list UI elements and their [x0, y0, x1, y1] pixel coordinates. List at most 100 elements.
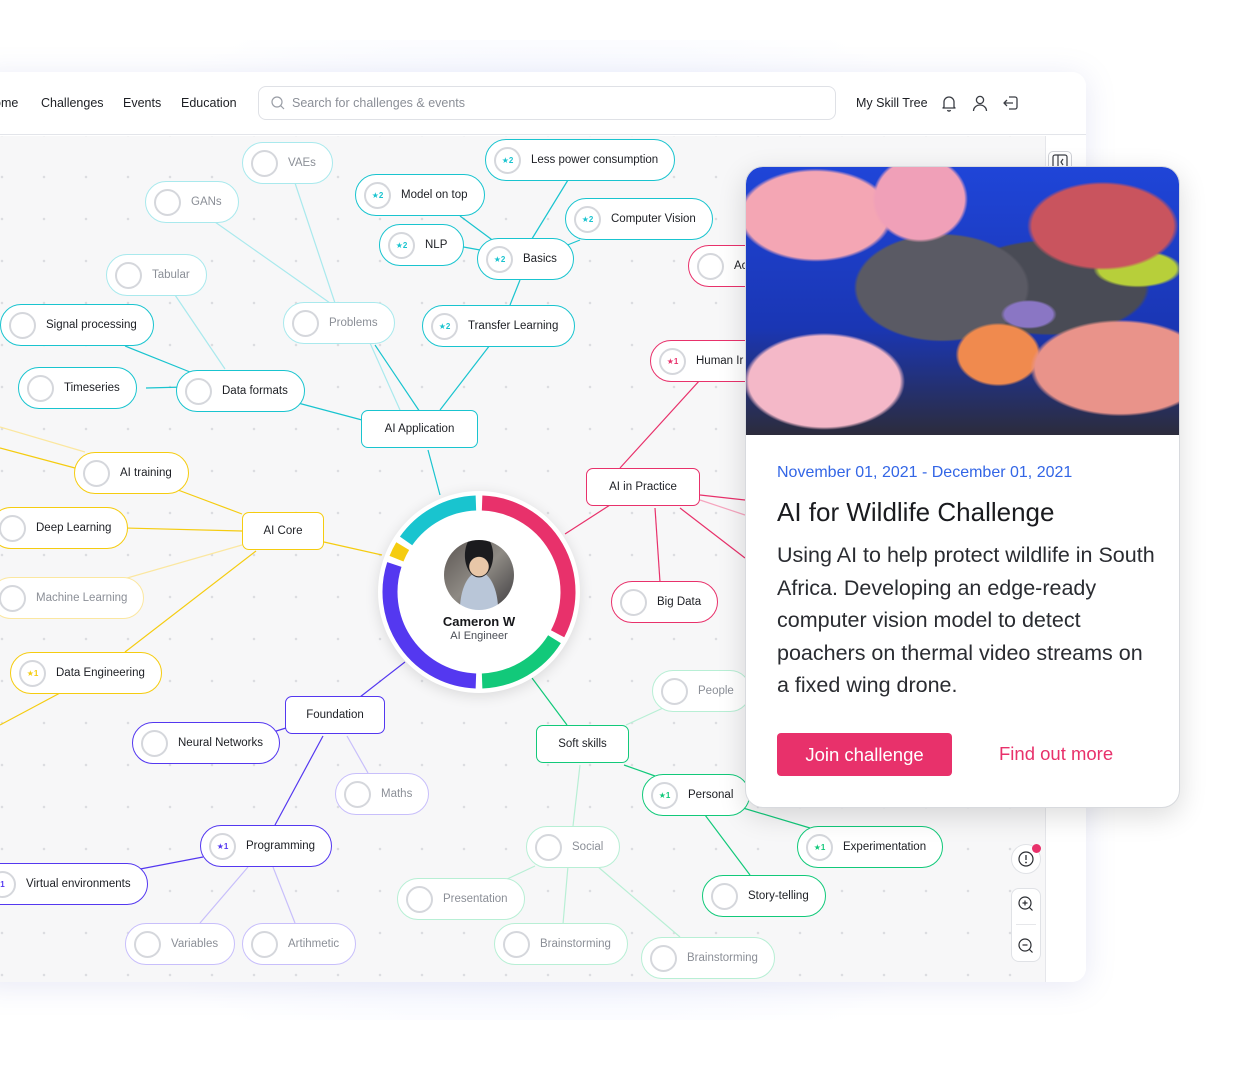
skill-node-big-data[interactable]: Big Data — [611, 581, 719, 623]
my-skill-tree-link[interactable]: My Skill Tree — [856, 96, 928, 110]
user-icon[interactable] — [970, 93, 990, 113]
skill-node-label: NLP — [425, 239, 448, 251]
category-foundation[interactable]: Foundation — [285, 696, 385, 734]
skill-level-badge: ★2 — [494, 146, 521, 174]
skill-node-label: Signal processing — [46, 319, 137, 331]
profile-role: AI Engineer — [450, 630, 508, 642]
skill-node-arithmetic[interactable]: Artihmetic — [242, 923, 357, 965]
skill-node-label: Personal — [688, 789, 734, 801]
skill-node-virtual-env[interactable]: 1 Virtual environments — [0, 863, 148, 905]
challenge-title: AI for Wildlife Challenge — [777, 497, 1055, 527]
skill-node-gans[interactable]: GANs — [145, 181, 239, 223]
skill-level-badge — [711, 882, 738, 910]
skill-node-tabular[interactable]: Tabular — [106, 254, 207, 296]
skill-node-programming[interactable]: ★1 Programming — [200, 825, 333, 867]
skill-node-label: VAEs — [288, 157, 316, 169]
nav-home[interactable]: ome — [0, 96, 18, 110]
skill-node-label: People — [698, 685, 734, 697]
zoom-in-icon[interactable] — [1017, 895, 1035, 913]
search-box[interactable] — [258, 86, 836, 120]
skill-node-brainstorming1[interactable]: Brainstorming — [494, 923, 628, 965]
skill-node-maths[interactable]: Maths — [335, 773, 430, 815]
skill-node-label: Model on top — [401, 189, 468, 201]
skill-level-badge: ★2 — [574, 205, 601, 233]
skill-level-badge — [0, 514, 26, 542]
skill-node-transfer-learning[interactable]: ★2 Transfer Learning — [422, 305, 576, 347]
find-out-more-link[interactable]: Find out more — [999, 743, 1113, 765]
skill-node-less-power[interactable]: ★2 Less power consumption — [485, 139, 676, 181]
skill-node-neural-networks[interactable]: Neural Networks — [132, 722, 280, 764]
skill-node-model-on-top[interactable]: ★2 Model on top — [355, 174, 485, 216]
nav-education[interactable]: Education — [181, 96, 237, 110]
skill-node-people[interactable]: People — [652, 670, 751, 712]
zoom-out-icon[interactable] — [1017, 937, 1035, 955]
skill-node-label: AI training — [120, 467, 172, 479]
skill-level-badge — [134, 930, 161, 958]
avatar — [444, 540, 514, 610]
skill-node-data-formats[interactable]: Data formats — [176, 370, 305, 412]
skill-level-badge: ★1 — [806, 833, 833, 861]
skill-level-badge — [0, 584, 26, 612]
skill-level-badge — [650, 944, 677, 972]
zoom-controls — [1011, 888, 1041, 962]
skill-node-ai-training[interactable]: AI training — [74, 452, 189, 494]
skill-node-label: Programming — [246, 840, 316, 852]
skill-node-label: Deep Learning — [36, 522, 112, 534]
page: ome Challenges Events Education My Skill… — [0, 0, 1256, 1078]
category-soft-skills[interactable]: Soft skills — [536, 725, 629, 763]
notification-dot — [1032, 844, 1041, 853]
skill-level-badge — [344, 780, 371, 808]
skill-node-label: Data formats — [222, 385, 288, 397]
join-challenge-button[interactable]: Join challenge — [777, 733, 952, 776]
category-ai-core[interactable]: AI Core — [242, 512, 324, 550]
skill-node-label: Timeseries — [64, 382, 120, 394]
skill-node-machine-learning[interactable]: Machine Learning — [0, 577, 145, 619]
skill-node-experimentation[interactable]: ★1 Experimentation — [797, 826, 944, 868]
skill-level-badge: ★1 — [651, 781, 678, 809]
nav-events[interactable]: Events — [123, 96, 161, 110]
skill-node-label: Machine Learning — [36, 592, 128, 604]
category-ai-in-practice[interactable]: AI in Practice — [586, 468, 700, 506]
skill-node-vaes[interactable]: VAEs — [242, 142, 333, 184]
skill-node-data-engineering[interactable]: ★1 Data Engineering — [10, 652, 162, 694]
skill-level-badge — [251, 149, 278, 177]
skill-node-label: Computer Vision — [611, 213, 696, 225]
nav-challenges[interactable]: Challenges — [41, 96, 104, 110]
skill-node-computer-vision[interactable]: ★2 Computer Vision — [565, 198, 713, 240]
ring-segment-soft-skills — [481, 635, 561, 689]
skill-node-presentation[interactable]: Presentation — [397, 878, 525, 920]
skill-level-badge — [83, 459, 110, 487]
logout-icon[interactable] — [1001, 93, 1021, 113]
skill-node-story-telling[interactable]: Story-telling — [702, 875, 826, 917]
skill-node-label: Tabular — [152, 269, 190, 281]
skill-node-variables[interactable]: Variables — [125, 923, 236, 965]
bell-icon[interactable] — [939, 93, 959, 113]
skill-node-label: Presentation — [443, 893, 508, 905]
skill-node-personal[interactable]: ★1 Personal — [642, 774, 751, 816]
skill-node-deep-learning[interactable]: Deep Learning — [0, 507, 129, 549]
skill-node-label: Less power consumption — [531, 154, 659, 166]
skill-node-signal-processing[interactable]: Signal processing — [0, 304, 154, 346]
skill-node-label: Artihmetic — [288, 938, 340, 950]
skill-node-social[interactable]: Social — [526, 826, 621, 868]
skill-node-problems[interactable]: Problems — [283, 302, 395, 344]
skill-node-label: Maths — [381, 788, 413, 800]
skill-level-badge — [154, 188, 181, 216]
skill-node-label: Variables — [171, 938, 219, 950]
skill-node-nlp[interactable]: ★2 NLP — [379, 224, 465, 266]
search-input[interactable] — [292, 87, 812, 119]
skill-node-label: Story-telling — [748, 890, 809, 902]
skill-level-badge — [620, 588, 647, 616]
category-ai-application[interactable]: AI Application — [361, 410, 478, 448]
skill-node-brainstorming2[interactable]: Brainstorming — [641, 937, 775, 979]
skill-level-badge: ★1 — [19, 659, 46, 687]
challenge-card: November 01, 2021 - December 01, 2021 AI… — [745, 166, 1180, 808]
skill-level-badge — [115, 261, 142, 289]
skill-level-badge — [535, 833, 562, 861]
challenge-image — [746, 167, 1179, 435]
skill-level-badge — [141, 729, 168, 757]
skill-level-badge: ★2 — [486, 245, 513, 273]
skill-node-basics[interactable]: ★2 Basics — [477, 238, 574, 280]
skill-node-label: Neural Networks — [178, 737, 263, 749]
skill-node-timeseries[interactable]: Timeseries — [18, 367, 137, 409]
